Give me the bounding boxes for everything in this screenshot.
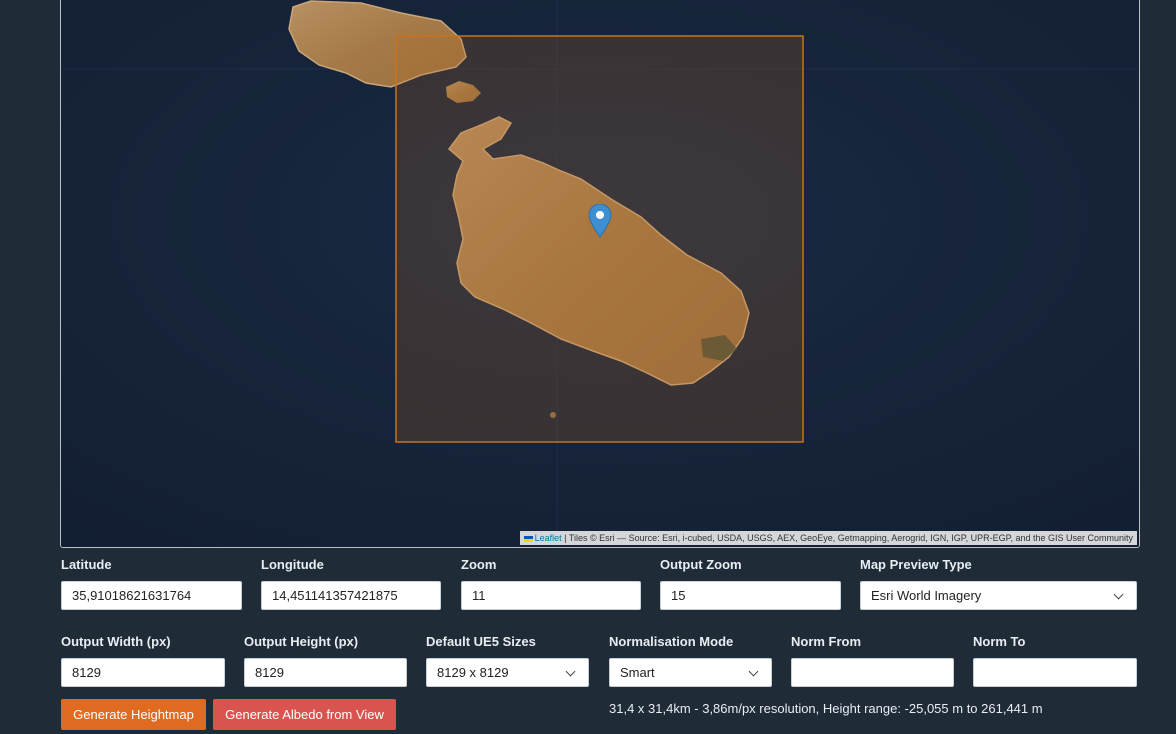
output-width-input[interactable]: 8129 xyxy=(61,658,225,687)
output-height-label: Output Height (px) xyxy=(244,634,359,649)
status-text: 31,4 x 31,4km - 3,86m/px resolution, Hei… xyxy=(609,701,1043,716)
attribution-text: | Tiles © Esri — Source: Esri, i-cubed, … xyxy=(561,533,1133,543)
normalisation-mode-label: Normalisation Mode xyxy=(609,634,734,649)
norm-from-label: Norm From xyxy=(791,634,862,649)
longitude-label: Longitude xyxy=(261,557,324,572)
output-width-label: Output Width (px) xyxy=(61,634,171,649)
normalisation-mode-value: Smart xyxy=(620,665,655,680)
norm-to-input[interactable] xyxy=(973,658,1137,687)
map-preview-type-label: Map Preview Type xyxy=(860,557,972,572)
generate-albedo-button[interactable]: Generate Albedo from View xyxy=(213,699,396,730)
satellite-imagery xyxy=(61,0,1139,547)
ue5-sizes-value: 8129 x 8129 xyxy=(437,665,509,680)
latitude-input[interactable]: 35,91018621631764 xyxy=(61,581,242,610)
map-view[interactable]: Leaflet | Tiles © Esri — Source: Esri, i… xyxy=(60,0,1140,548)
output-zoom-input[interactable]: 15 xyxy=(660,581,841,610)
map-preview-type-select[interactable]: Esri World Imagery xyxy=(860,581,1137,610)
normalisation-mode-select[interactable]: Smart xyxy=(609,658,772,687)
ue5-sizes-select[interactable]: 8129 x 8129 xyxy=(426,658,589,687)
map-attribution: Leaflet | Tiles © Esri — Source: Esri, i… xyxy=(519,531,1137,545)
map-pin-icon[interactable] xyxy=(588,204,612,238)
norm-from-input[interactable] xyxy=(791,658,954,687)
longitude-input[interactable]: 14,451141357421875 xyxy=(261,581,441,610)
output-height-input[interactable]: 8129 xyxy=(244,658,407,687)
latitude-label: Latitude xyxy=(61,557,112,572)
ukraine-flag-icon xyxy=(523,536,533,542)
map-preview-type-value: Esri World Imagery xyxy=(871,588,982,603)
zoom-input[interactable]: 11 xyxy=(461,581,641,610)
generate-heightmap-button[interactable]: Generate Heightmap xyxy=(61,699,206,730)
norm-to-label: Norm To xyxy=(973,634,1026,649)
zoom-label: Zoom xyxy=(461,557,497,572)
ue5-sizes-label: Default UE5 Sizes xyxy=(426,634,536,649)
leaflet-link[interactable]: Leaflet xyxy=(535,533,562,543)
output-zoom-label: Output Zoom xyxy=(660,557,742,572)
export-area-rectangle xyxy=(395,35,804,443)
